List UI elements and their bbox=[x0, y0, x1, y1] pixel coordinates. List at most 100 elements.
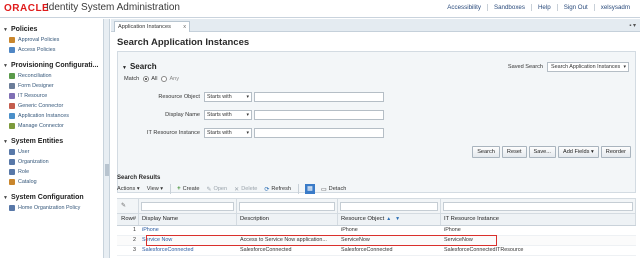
results-toolbar: Actions ▾ View ▾ + Create ✎ Open ✕ Delete ⟳… bbox=[117, 183, 636, 195]
sidebar-section-header[interactable]: ▼ System Entities bbox=[0, 136, 103, 147]
sidebar-item[interactable]: Approval Policies bbox=[0, 35, 103, 45]
add-fields-button[interactable]: Add Fields ▾ bbox=[557, 146, 599, 158]
manage-connector-icon bbox=[9, 123, 15, 129]
sidebar-section-header[interactable]: ▼ Provisioning Configurati... bbox=[0, 60, 103, 71]
column-header-display-name[interactable]: Display Name bbox=[139, 214, 237, 225]
organization-icon bbox=[9, 159, 15, 165]
collapse-triangle-icon[interactable]: ▼ bbox=[122, 65, 127, 71]
display-name-link[interactable]: SalesforceConnected bbox=[139, 246, 237, 255]
saved-search: Saved Search Search Application Instance… bbox=[508, 62, 629, 72]
match-label: Match bbox=[124, 76, 140, 82]
display-name-link[interactable]: iPhone bbox=[139, 226, 237, 235]
row-number-cell: 2 bbox=[133, 237, 136, 243]
refresh-button[interactable]: ⟳ Refresh bbox=[264, 186, 291, 193]
sidebar-section-header[interactable]: ▼ System Configuration bbox=[0, 192, 103, 203]
description-cell: SalesforceConnected bbox=[240, 247, 292, 253]
reconciliation-icon bbox=[9, 73, 15, 79]
tab-label: Application Instances bbox=[118, 24, 171, 30]
delete-icon: ✕ bbox=[234, 186, 240, 193]
page-title: Search Application Instances bbox=[117, 37, 250, 48]
sidebar-section: ▼ Policies Approval Policies Access Policie… bbox=[0, 24, 103, 55]
sidebar-item[interactable]: User bbox=[0, 147, 103, 157]
tab-application-instances[interactable]: Application Instances x bbox=[114, 21, 190, 32]
search-button[interactable]: Search bbox=[472, 146, 500, 158]
sidebar-item[interactable]: IT Resource bbox=[0, 91, 103, 101]
clear-filter-icon[interactable]: ✎ bbox=[121, 202, 126, 209]
sidebar-item[interactable]: Organization bbox=[0, 157, 103, 167]
column-header-it-resource-instance[interactable]: IT Resource Instance bbox=[441, 214, 636, 225]
sidebar-item[interactable]: Application Instances bbox=[0, 111, 103, 121]
column-header-row-number[interactable]: Row# bbox=[117, 214, 139, 225]
search-results-heading: Search Results bbox=[117, 175, 161, 181]
field-label: Resource Object bbox=[158, 94, 200, 100]
resource-object-input[interactable] bbox=[254, 92, 384, 102]
filter-cell bbox=[139, 199, 237, 213]
sidebar-item[interactable]: Generic Connector bbox=[0, 101, 103, 111]
close-icon[interactable]: x bbox=[183, 22, 186, 32]
operator-select[interactable]: Starts with bbox=[204, 110, 252, 120]
operator-select[interactable]: Starts with bbox=[204, 92, 252, 102]
reorder-button[interactable]: Reorder bbox=[600, 146, 631, 158]
description-filter[interactable] bbox=[239, 202, 335, 211]
match-any-radio[interactable] bbox=[161, 76, 168, 82]
collapse-triangle-icon[interactable]: ▼ bbox=[3, 27, 8, 33]
accessibility-link[interactable]: Accessibility bbox=[441, 4, 487, 11]
sidebar-item[interactable]: Manage Connector bbox=[0, 121, 103, 131]
view-menu[interactable]: View ▾ bbox=[147, 186, 163, 192]
filter-cell bbox=[237, 199, 338, 213]
collapse-triangle-icon[interactable]: ▼ bbox=[3, 195, 8, 201]
sandboxes-link[interactable]: Sandboxes bbox=[486, 4, 531, 11]
display-name-filter[interactable] bbox=[141, 202, 234, 211]
user-name-link[interactable]: xelsysadm bbox=[593, 4, 636, 11]
collapse-triangle-icon[interactable]: ▼ bbox=[3, 139, 8, 145]
actions-menu[interactable]: Actions ▾ bbox=[117, 186, 140, 192]
help-link[interactable]: Help bbox=[530, 4, 557, 11]
sidebar-item[interactable]: Form Designer bbox=[0, 81, 103, 91]
tab-menu-icons[interactable]: ▪ ▾ bbox=[629, 22, 636, 29]
catalog-icon bbox=[9, 179, 15, 185]
resource-object-filter[interactable] bbox=[340, 202, 438, 211]
collapse-triangle-icon[interactable]: ▼ bbox=[3, 63, 8, 69]
column-header-resource-object[interactable]: Resource Object ▲ ▼ bbox=[338, 214, 441, 225]
it-resource-instance-input[interactable] bbox=[254, 128, 384, 138]
filter-row: ✎ bbox=[117, 198, 636, 214]
match-all-label: All bbox=[151, 76, 158, 82]
splitter-handle[interactable] bbox=[105, 164, 109, 176]
sidebar-item[interactable]: Reconciliation bbox=[0, 71, 103, 81]
open-button[interactable]: ✎ Open bbox=[206, 186, 227, 193]
sidebar-splitter[interactable] bbox=[103, 19, 110, 258]
sidebar-section-header[interactable]: ▼ Policies bbox=[0, 24, 103, 35]
table-row[interactable]: 3 SalesforceConnected SalesforceConnected S… bbox=[117, 246, 636, 256]
search-panel: ▼ Search Saved Search Search Application … bbox=[117, 51, 636, 193]
row-highlight-box bbox=[146, 235, 497, 246]
operator-select[interactable]: Starts with bbox=[204, 128, 252, 138]
save-button[interactable]: Save... bbox=[528, 146, 556, 158]
freeze-icon[interactable]: ▦ bbox=[304, 184, 315, 194]
match-all-radio[interactable] bbox=[143, 76, 150, 82]
sidebar-item[interactable]: Access Policies bbox=[0, 45, 103, 55]
sort-descending-icon[interactable]: ▼ bbox=[395, 216, 400, 222]
detach-button[interactable]: ▭ Detach bbox=[321, 186, 346, 193]
sidebar-item[interactable]: Role bbox=[0, 167, 103, 177]
reset-button[interactable]: Reset bbox=[501, 146, 527, 158]
detach-icon: ▭ bbox=[320, 186, 327, 193]
sign-out-link[interactable]: Sign Out bbox=[556, 4, 594, 11]
it-resource-filter[interactable] bbox=[443, 202, 633, 211]
sort-ascending-icon[interactable]: ▲ bbox=[386, 216, 391, 222]
results-table: ✎ Row# Display Name Description Resource… bbox=[117, 198, 636, 256]
sidebar-item[interactable]: Home Organization Policy bbox=[0, 203, 103, 213]
sidebar-section: ▼ System Configuration Home Organization P… bbox=[0, 192, 103, 213]
match-any-label: Any bbox=[169, 76, 180, 82]
refresh-icon: ⟳ bbox=[264, 186, 270, 193]
field-row-it-resource-instance: IT Resource Instance Starts with bbox=[118, 128, 384, 138]
search-heading[interactable]: ▼ Search bbox=[122, 62, 157, 71]
it-resource-icon bbox=[9, 93, 15, 99]
role-icon bbox=[9, 169, 15, 175]
display-name-input[interactable] bbox=[254, 110, 384, 120]
saved-search-select[interactable]: Search Application Instances bbox=[547, 62, 629, 72]
sidebar-item[interactable]: Catalog bbox=[0, 177, 103, 187]
app-instance-icon bbox=[9, 113, 15, 119]
column-header-description[interactable]: Description bbox=[237, 214, 338, 225]
delete-button[interactable]: ✕ Delete bbox=[234, 186, 257, 193]
create-button[interactable]: + Create bbox=[177, 186, 199, 192]
